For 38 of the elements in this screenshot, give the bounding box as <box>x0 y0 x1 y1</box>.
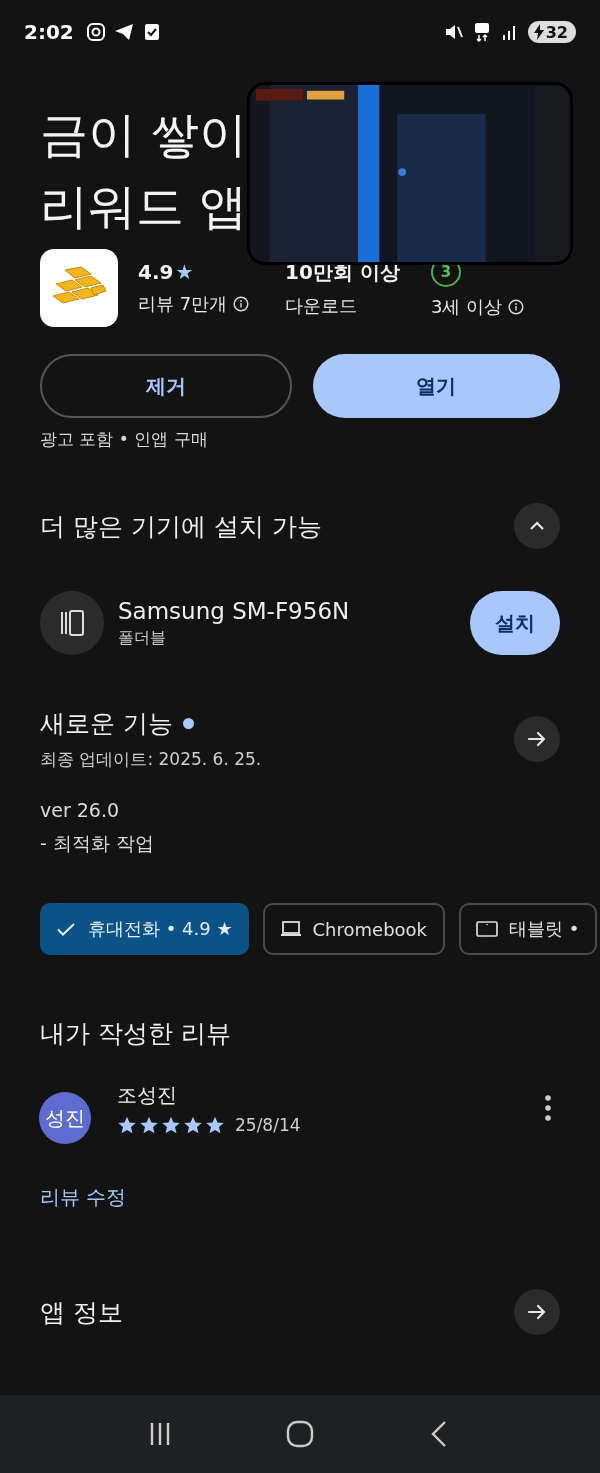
device-tab[interactable]: 태블릿 • <box>459 903 598 955</box>
install-button[interactable]: 설치 <box>470 591 560 655</box>
edit-review-link[interactable]: 리뷰 수정 <box>0 1184 167 1211</box>
download-count: 10만회 이상 <box>285 258 401 286</box>
open-button[interactable]: 열기 <box>312 354 560 418</box>
app-title-line: 금이 쌓이 <box>40 105 249 164</box>
info-icon <box>508 299 525 315</box>
arrow-button[interactable] <box>514 716 560 762</box>
notice-text: 광고 포함 • 인앱 구매 <box>39 428 209 451</box>
status-time: 2:02 <box>24 20 74 44</box>
device-type: 폴더블 <box>118 627 167 649</box>
age-rating-label: 3세 이상 <box>431 295 503 319</box>
battery-indicator: 32 <box>527 21 576 43</box>
send-icon <box>113 22 134 42</box>
section-title: 새로운 기능 <box>40 708 173 740</box>
uninstall-button[interactable]: 제거 <box>40 354 292 418</box>
info-icon <box>233 296 250 312</box>
download-label: 다운로드 <box>285 293 358 318</box>
app-icon <box>40 249 118 327</box>
mute-icon <box>443 22 464 42</box>
update-date: 최종 업데이트: 2025. 6. 25. <box>40 748 263 771</box>
app-title-line: 리워드 앱 <box>40 177 249 236</box>
section-title: 더 많은 기기에 설치 가능 <box>40 510 322 543</box>
section-title: 내가 작성한 리뷰 <box>40 1018 231 1050</box>
section-title: 앱 정보 <box>40 1296 123 1329</box>
user-avatar: 성진 <box>39 1092 91 1144</box>
home-icon[interactable] <box>284 1418 316 1450</box>
device-tab[interactable]: Chromebook <box>262 903 446 955</box>
rating-value: 4.9★ <box>138 260 195 284</box>
arrow-button[interactable] <box>514 1289 560 1335</box>
reviewer-name: 조성진 <box>117 1081 178 1109</box>
release-note: ver 26.0 <box>39 799 121 821</box>
camera-icon <box>85 22 106 42</box>
review-date: 25/8/14 <box>235 1114 301 1135</box>
release-note: - 최적화 작업 <box>39 831 155 856</box>
device-tab[interactable]: 휴대전화 • 4.9 ★ <box>40 903 249 955</box>
review-count: 리뷰 7만개 <box>138 292 228 316</box>
device-name: Samsung SM-F956N <box>118 597 351 624</box>
